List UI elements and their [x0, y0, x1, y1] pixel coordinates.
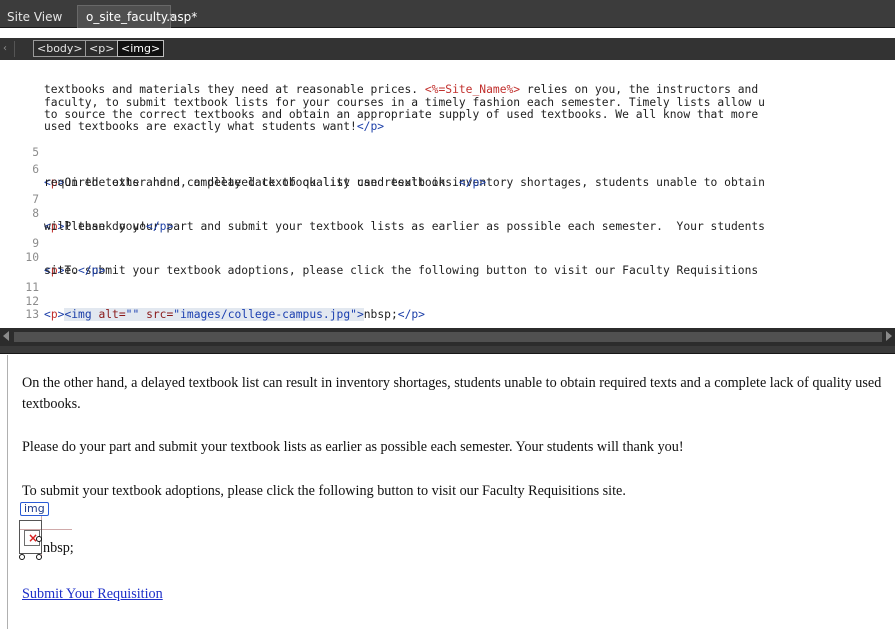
- submit-requisition-link[interactable]: Submit Your Requisition: [22, 586, 163, 602]
- chevron-left-icon[interactable]: ‹: [3, 41, 15, 57]
- code-line: will thank you!</p>: [0, 209, 173, 233]
- selected-img-tag[interactable]: <img alt="" src="images/college-campus.j…: [64, 307, 364, 321]
- code-line: site.</p>: [0, 253, 105, 277]
- html-tag: </p>: [397, 307, 425, 321]
- image-tag-label[interactable]: img: [20, 502, 49, 516]
- design-paragraph: To submit your textbook adoptions, pleas…: [22, 483, 626, 499]
- code-line: required texts and a complete lack of qu…: [0, 165, 486, 189]
- split-view-divider[interactable]: [0, 346, 895, 354]
- code-line: textbooks and materials they need at rea…: [0, 72, 758, 96]
- html-tag-name: p: [50, 307, 58, 321]
- html-attribute: src=: [139, 307, 174, 321]
- code-line: 13: [0, 297, 39, 321]
- design-paragraph: Submit Your Requisition: [22, 584, 882, 605]
- code-text: used textbooks are exactly what students…: [44, 120, 357, 134]
- code-line: 9: [0, 226, 39, 250]
- scroll-right-icon[interactable]: [886, 331, 892, 341]
- tag-selector-p[interactable]: <p>: [85, 40, 119, 57]
- asp-expression: <%=Site_Name%>: [424, 83, 521, 97]
- code-text: To submit your textbook adoptions, pleas…: [64, 263, 759, 277]
- tag-selector-bar: ‹ <body> <p> <img>: [0, 38, 895, 60]
- html-attribute: alt=: [98, 307, 126, 321]
- code-line: 5: [0, 135, 39, 159]
- tag-selector-body[interactable]: <body>: [33, 40, 87, 57]
- scroll-left-icon[interactable]: [3, 331, 9, 341]
- code-text: site.: [44, 264, 79, 278]
- code-text: relies on you, the instructors and: [520, 83, 759, 97]
- code-line: 12 <p><img alt="" src="images/college-ca…: [0, 284, 425, 321]
- code-text: will thank you!: [44, 220, 147, 234]
- scrollbar-thumb[interactable]: [14, 332, 882, 342]
- html-tag: <: [44, 307, 51, 321]
- html-tag: >: [356, 307, 364, 321]
- html-attribute-value: "images/college-campus.jpg": [173, 307, 357, 321]
- code-text: textbooks and materials they need at rea…: [44, 83, 425, 97]
- design-paragraph: On the other hand, a delayed textbook li…: [22, 375, 882, 412]
- tab-document-file[interactable]: o_site_faculty.asp* ×: [77, 5, 197, 28]
- resize-handle[interactable]: [36, 536, 42, 542]
- code-line: used textbooks are exactly what students…: [0, 109, 384, 133]
- close-tab-icon[interactable]: ×: [168, 6, 177, 28]
- html-attribute-value: "": [125, 307, 140, 321]
- design-view[interactable]: On the other hand, a delayed textbook li…: [7, 355, 895, 629]
- design-nbsp-text: nbsp;: [43, 540, 74, 556]
- code-line: 7: [0, 182, 39, 206]
- code-line: 10 <p>To submit your textbook adoptions,…: [0, 240, 758, 276]
- code-text: required texts and a complete lack of qu…: [44, 176, 459, 190]
- resize-handle[interactable]: [36, 554, 42, 560]
- code-horizontal-scrollbar[interactable]: [0, 328, 895, 346]
- code-line: 6 <p>On the other hand, a delayed textbo…: [0, 152, 765, 188]
- code-text: nbsp;: [363, 307, 398, 321]
- code-line: 11: [0, 270, 39, 294]
- html-tag: </p>: [146, 220, 174, 234]
- code-line: 8 <p>Please do your part and submit your…: [0, 196, 765, 232]
- tag-selector-img[interactable]: <img>: [117, 40, 165, 57]
- html-tag: </p>: [458, 176, 487, 190]
- tab-site-view[interactable]: Site View: [7, 6, 75, 28]
- html-tag: </p>: [78, 264, 106, 278]
- document-tab-bar: Site View o_site_faculty.asp* ×: [0, 0, 895, 28]
- html-tag: <img: [64, 307, 99, 321]
- design-paragraph: Please do your part and submit your text…: [22, 439, 684, 455]
- tab-file-label: o_site_faculty.asp*: [86, 10, 198, 24]
- html-tag: </p>: [356, 120, 385, 134]
- line-number: 13: [25, 308, 39, 322]
- code-view[interactable]: textbooks and materials they need at rea…: [0, 62, 895, 328]
- resize-handle[interactable]: [19, 554, 25, 560]
